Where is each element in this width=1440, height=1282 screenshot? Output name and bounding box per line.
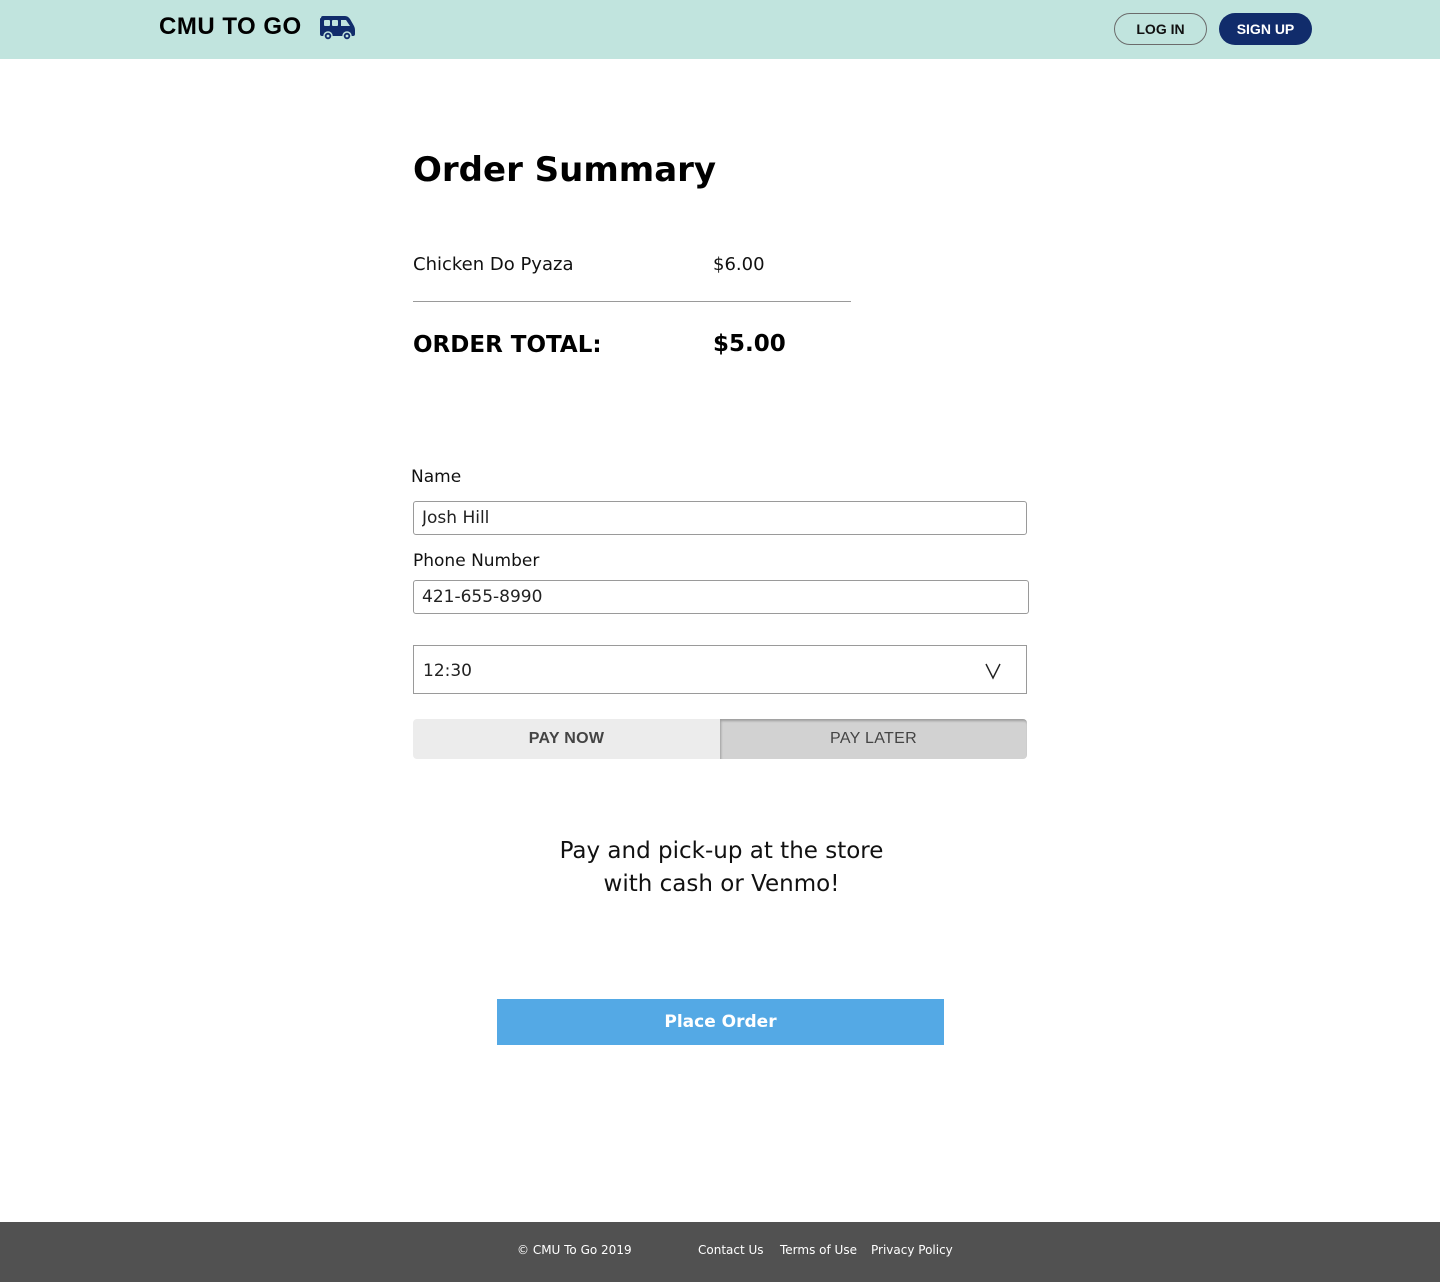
name-label: Name: [411, 467, 462, 487]
page-title: Order Summary: [413, 150, 717, 190]
footer-copyright: © CMU To Go 2019: [517, 1243, 632, 1257]
phone-input[interactable]: [413, 580, 1029, 614]
signup-button[interactable]: SIGN UP: [1219, 13, 1312, 45]
header: CMU TO GO LOG IN SIGN UP: [0, 0, 1440, 59]
order-total-label: ORDER TOTAL:: [413, 332, 602, 358]
footer-contact-link[interactable]: Contact Us: [698, 1243, 764, 1257]
order-total-value: $5.00: [713, 331, 786, 357]
payment-note: Pay and pick-up at the store with cash o…: [520, 835, 923, 901]
payment-note-line-1: Pay and pick-up at the store: [559, 838, 884, 864]
footer: © CMU To Go 2019 Contact Us Terms of Use…: [0, 1222, 1440, 1282]
pickup-time-select[interactable]: 12:30: [413, 645, 1027, 694]
pay-now-tab[interactable]: PAY NOW: [413, 719, 720, 759]
name-input[interactable]: [413, 501, 1027, 535]
chevron-down-icon: [985, 663, 1001, 680]
summary-divider: [413, 301, 851, 302]
order-item-name: Chicken Do Pyaza: [413, 254, 574, 275]
order-item-price: $6.00: [713, 254, 765, 275]
payment-note-line-2: with cash or Venmo!: [603, 871, 840, 897]
footer-terms-link[interactable]: Terms of Use: [780, 1243, 857, 1257]
page: CMU TO GO LOG IN SIGN UP Order Summary C…: [0, 0, 1440, 1282]
brand-logo-text[interactable]: CMU TO GO: [159, 13, 302, 41]
place-order-button[interactable]: Place Order: [497, 999, 944, 1045]
login-button[interactable]: LOG IN: [1114, 13, 1207, 45]
van-icon: [320, 16, 355, 41]
footer-privacy-link[interactable]: Privacy Policy: [871, 1243, 953, 1257]
phone-label: Phone Number: [413, 551, 540, 571]
pay-later-tab[interactable]: PAY LATER: [720, 719, 1027, 759]
pickup-time-value: 12:30: [423, 661, 472, 681]
